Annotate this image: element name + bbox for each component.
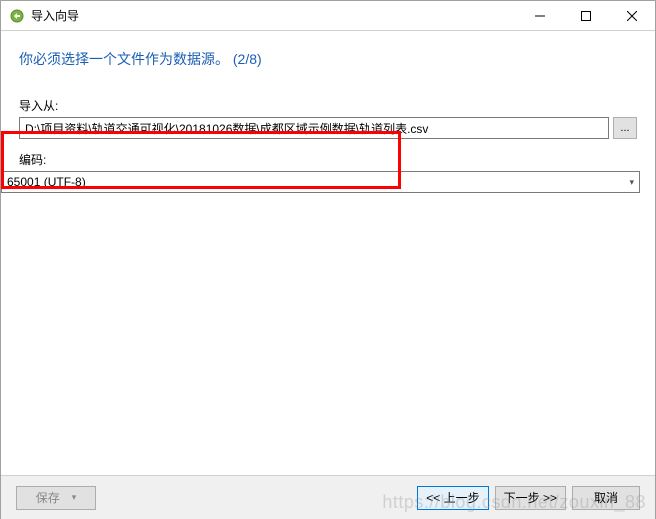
chevron-down-icon: ▾ bbox=[629, 177, 634, 188]
close-button[interactable] bbox=[609, 1, 655, 30]
maximize-button[interactable] bbox=[563, 1, 609, 30]
window-title: 导入向导 bbox=[31, 7, 517, 24]
import-from-label: 导入从: bbox=[19, 97, 637, 114]
app-icon bbox=[9, 8, 25, 24]
encoding-dropdown[interactable]: 65001 (UTF-8) ▾ bbox=[1, 171, 640, 193]
minimize-button[interactable] bbox=[517, 1, 563, 30]
import-path-input[interactable] bbox=[19, 117, 609, 139]
encoding-section: 编码: 65001 (UTF-8) ▾ bbox=[1, 151, 640, 193]
window-controls bbox=[517, 1, 655, 30]
import-from-row: ... bbox=[19, 117, 637, 139]
encoding-value: 65001 (UTF-8) bbox=[7, 175, 86, 189]
encoding-label: 编码: bbox=[1, 151, 640, 168]
browse-button[interactable]: ... bbox=[613, 117, 637, 139]
save-button[interactable]: 保存 ▾ bbox=[16, 486, 96, 510]
titlebar: 导入向导 bbox=[1, 1, 655, 31]
wizard-content: 你必须选择一个文件作为数据源。 (2/8) 导入从: ... 编码: 65001… bbox=[1, 31, 655, 475]
instruction-text: 你必须选择一个文件作为数据源。 (2/8) bbox=[19, 49, 637, 69]
next-step-button[interactable]: 下一步 >> bbox=[495, 486, 566, 510]
dropdown-arrow-icon: ▾ bbox=[70, 492, 77, 503]
prev-step-button[interactable]: << 上一步 bbox=[417, 486, 488, 510]
cancel-button[interactable]: 取消 bbox=[572, 486, 640, 510]
wizard-footer: 保存 ▾ << 上一步 下一步 >> 取消 bbox=[1, 475, 655, 519]
save-label: 保存 bbox=[36, 489, 60, 506]
